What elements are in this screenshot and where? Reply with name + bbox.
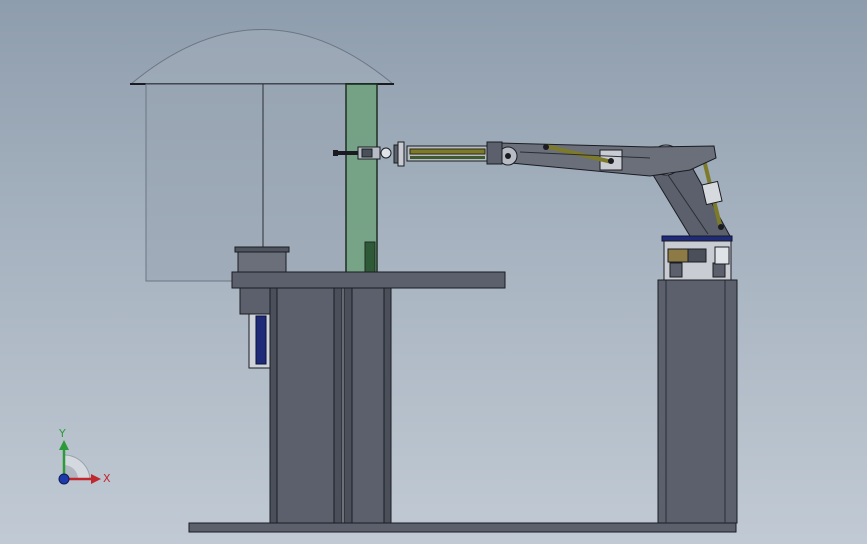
motor-blue-coil [255,315,267,365]
coordinate-triad[interactable]: Y X [58,427,111,485]
extension-rod-olive [409,148,486,155]
robot-upper-arm[interactable] [498,142,717,177]
elbow-joint-left-pin [505,153,511,159]
tool-pivot [380,147,392,159]
leg-left-edge [333,287,343,525]
green-glass-panel[interactable] [345,83,378,281]
leg-left-main [276,287,335,525]
flange-plate [397,141,405,167]
balance-bottom-pin [718,224,724,230]
robot-pedestal[interactable] [657,279,738,524]
robot-base[interactable] [661,235,733,281]
leg-center [343,287,353,525]
tool-tip [333,150,338,156]
gearbox-flange [234,246,290,253]
tilt-cylinder-base-pin [608,158,614,164]
y-axis-arrow-icon [59,440,69,450]
x-axis-arrow-icon [91,474,101,484]
extension-rod-lower [410,156,485,159]
green-panel-insert [364,241,376,273]
base-plate[interactable] [188,522,737,533]
platform-top [231,271,506,289]
turntable-side-plate [714,246,730,265]
turntable-top-band [661,235,733,242]
work-platform[interactable] [231,271,506,525]
leg-center-edge [383,287,392,525]
x-axis-label: X [103,472,111,485]
cad-viewport[interactable]: Y X [0,0,867,544]
tool-clamp-insert [361,148,373,158]
y-axis-label: Y [58,427,66,440]
wrist-extension[interactable] [393,141,503,167]
turntable-dark-block [687,248,707,263]
leg-left [269,287,278,525]
turntable-lower-block-2 [712,262,726,278]
leg-center-main [351,287,385,525]
turntable-brass-block [667,248,689,263]
tank-dome [129,29,395,85]
extension-sleeve [486,141,503,165]
tilt-cylinder-end-pin [543,144,549,150]
z-axis-dot-icon [58,473,70,485]
turntable-lower-block [669,262,683,278]
flange-plate-2 [393,144,399,164]
